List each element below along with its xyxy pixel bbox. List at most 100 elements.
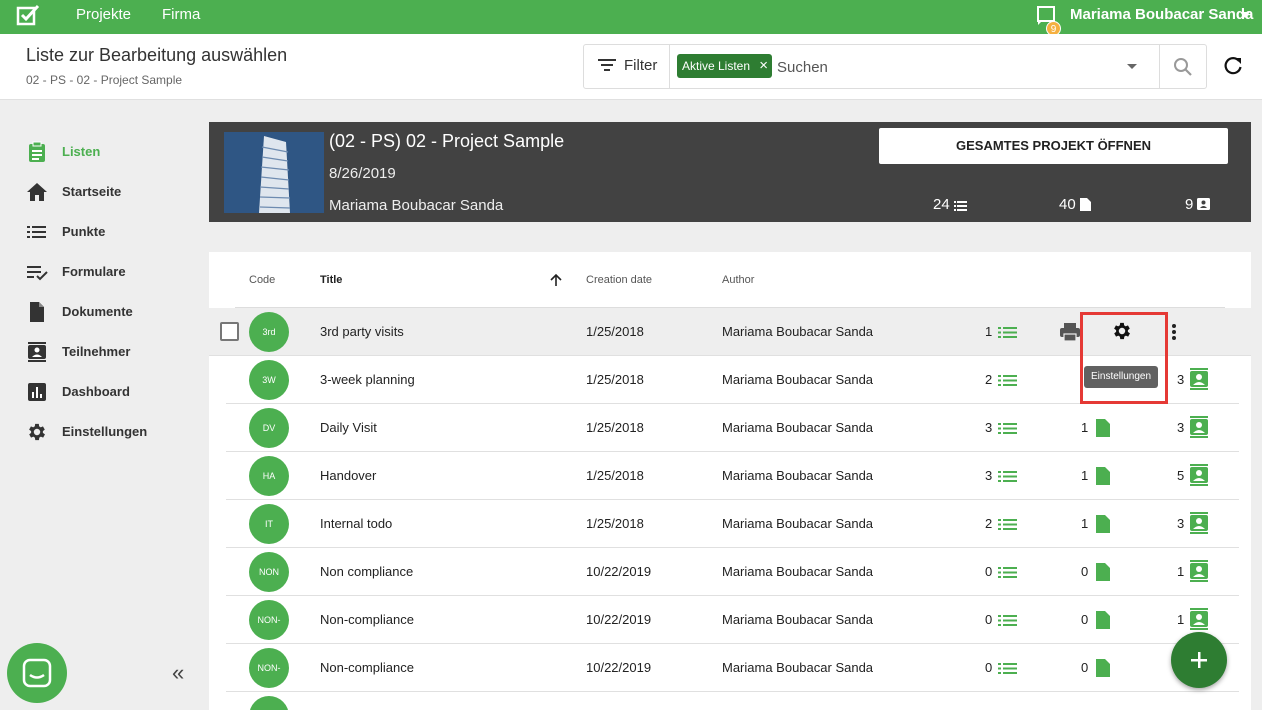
document-icon [1096,659,1110,677]
column-header-creation-date[interactable]: Creation date [586,274,652,286]
sidebar-item-formulare[interactable]: Formulare [26,261,196,285]
project-participants-stat[interactable]: 9 [1185,196,1211,213]
filter-button[interactable]: Filter [584,45,670,88]
row-items-count: 2 [985,372,993,387]
chevron-down-icon[interactable] [1127,64,1137,69]
table-row[interactable]: HA Handover 1/25/2018 Mariama Boubacar S… [226,452,1239,500]
sort-ascending-icon[interactable] [549,273,563,287]
table-row[interactable]: NON- Non-compliance 10/22/2019 Mariama B… [226,596,1239,644]
contact-card-icon [1190,512,1208,534]
row-author: Mariama Boubacar Sanda [722,372,874,387]
column-header-title[interactable]: Title [320,274,342,286]
sidebar-item-label: Dashboard [62,384,130,399]
row-participants-count: 5 [1177,468,1185,483]
column-header-author[interactable]: Author [722,274,754,286]
list-icon [998,375,1017,386]
items-count: 24 [933,196,950,213]
code-avatar: DV [249,408,289,448]
sidebar-item-dokumente[interactable]: Dokumente [26,301,196,325]
row-participants-count: 1 [1177,612,1185,627]
sidebar-item-label: Dokumente [62,304,133,319]
table-row[interactable]: NON Non compliance 10/22/2019 Mariama Bo… [226,548,1239,596]
list-icon [998,567,1017,578]
code-avatar: 3rd [249,312,289,352]
table-row[interactable] [226,692,1239,710]
contact-card-icon [28,342,46,362]
row-date: 10/22/2019 [586,612,652,627]
sidebar-item-label: Formulare [62,264,126,279]
row-items-count: 2 [985,516,993,531]
sidebar-item-teilnehmer[interactable]: Teilnehmer [26,341,196,365]
contact-card-icon [1190,560,1208,582]
row-documents-count: 0 [1081,660,1089,675]
collapse-sidebar-icon[interactable]: « [172,660,192,685]
print-icon[interactable] [1059,322,1081,342]
list-icon [953,201,967,211]
page-header: Liste zur Bearbeitung auswählen 02 - PS … [0,34,1262,100]
clipboard-list-icon [29,141,45,162]
nav-firma[interactable]: Firma [162,6,200,23]
row-author: Mariama Boubacar Sanda [722,420,874,435]
row-checkbox[interactable] [220,322,239,341]
refresh-icon[interactable] [1223,56,1243,76]
chat-icon [22,658,52,688]
search-icon[interactable] [1173,57,1193,77]
bar-chart-icon [28,383,46,401]
sidebar-item-label: Einstellungen [62,424,148,439]
row-participants-count: 3 [1177,372,1185,387]
user-menu[interactable]: Mariama Boubacar Sanda [1070,6,1253,23]
top-bar: Projekte Firma 9 Mariama Boubacar Sanda [0,0,1262,36]
contact-card-icon [1190,608,1208,630]
sidebar-item-punkte[interactable]: Punkte [26,221,196,245]
project-title: (02 - PS) 02 - Project Sample [329,131,565,151]
project-items-stat[interactable]: 24 [933,196,967,213]
nav-projekte[interactable]: Projekte [76,6,131,23]
row-date: 10/22/2019 [586,660,652,675]
more-vertical-icon[interactable] [1171,323,1177,341]
list-icon [998,663,1017,674]
table-row[interactable]: NON- Non-compliance 10/22/2019 Mariama B… [226,644,1239,692]
add-button[interactable] [1171,632,1227,688]
document-icon [1079,198,1091,211]
checklist-icon [27,266,48,281]
participants-count: 9 [1185,196,1194,213]
row-participants-count: 3 [1177,516,1185,531]
sidebar-item-einstellungen[interactable]: Einstellungen [26,421,196,445]
row-documents-count: 0 [1081,564,1089,579]
chip-label: Aktive Listen [682,59,751,73]
app-logo-icon[interactable] [16,4,40,26]
sidebar-item-startseite[interactable]: Startseite [26,181,196,205]
row-participants-count: 3 [1177,420,1185,435]
row-title: Handover [320,468,377,483]
row-items-count: 0 [985,564,993,579]
contact-card-icon [1190,368,1208,390]
table-row[interactable]: DV Daily Visit 1/25/2018 Mariama Boubaca… [226,404,1239,452]
document-icon [1096,515,1110,533]
row-documents-count: 1 [1081,468,1089,483]
list-icon [998,327,1017,338]
sidebar-item-dashboard[interactable]: Dashboard [26,381,196,405]
row-date: 1/25/2018 [586,372,644,387]
list-icon [998,615,1017,626]
list-icon [998,519,1017,530]
chat-button[interactable] [7,643,67,703]
sidebar-item-listen[interactable]: Listen [26,141,196,165]
active-lists-chip[interactable]: Aktive Listen × [677,54,773,78]
row-items-count: 0 [985,612,993,627]
row-items-count: 1 [985,324,993,339]
document-icon [30,302,44,322]
project-documents-stat[interactable]: 40 [1059,196,1091,213]
caret-down-icon[interactable] [1240,12,1250,18]
search-input[interactable] [777,56,1117,78]
open-project-button[interactable]: GESAMTES PROJEKT ÖFFNEN [879,128,1228,164]
column-header-code[interactable]: Code [249,274,275,286]
close-icon[interactable]: × [759,54,768,78]
row-date: 1/25/2018 [586,468,644,483]
code-avatar: NON- [249,600,289,640]
sidebar-item-label: Startseite [62,184,122,199]
breadcrumb: 02 - PS - 02 - Project Sample [26,73,183,87]
home-icon [27,183,47,201]
row-date: 10/22/2019 [586,564,652,579]
documents-count: 40 [1059,196,1076,213]
table-row[interactable]: IT Internal todo 1/25/2018 Mariama Bouba… [226,500,1239,548]
